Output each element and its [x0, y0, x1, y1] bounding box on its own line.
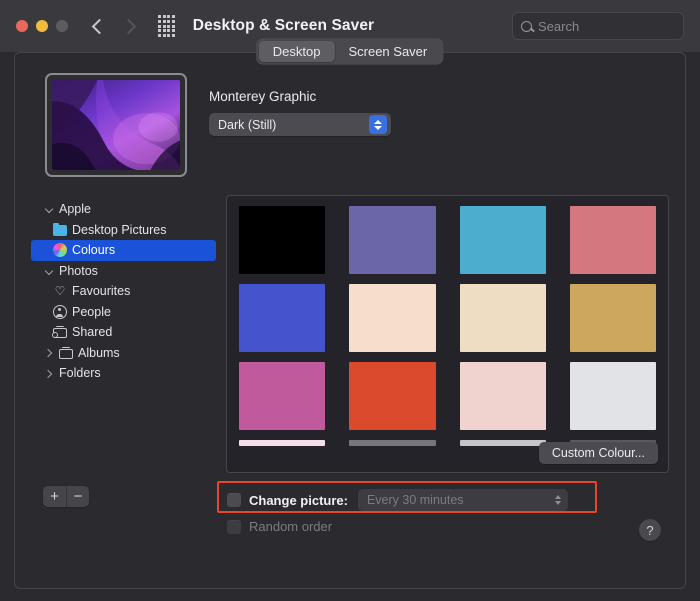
sidebar-item-label: Desktop Pictures	[72, 222, 167, 237]
traffic-light-group	[16, 20, 68, 32]
tab-bar: Desktop Screen Saver	[256, 39, 444, 64]
add-folder-button[interactable]: +	[43, 486, 66, 507]
source-and-swatches: Apple Desktop Pictures Colours Photos ♡ …	[31, 195, 669, 473]
colour-swatch[interactable]	[349, 362, 436, 430]
chevron-updown-icon	[369, 115, 387, 134]
custom-colour-row: Custom Colour...	[538, 442, 658, 464]
preferences-panel: Desktop Screen Saver Monterey Graphic Da…	[14, 39, 686, 589]
colour-swatch[interactable]	[239, 206, 326, 274]
wallpaper-preview-row: Monterey Graphic Dark (Still)	[15, 53, 685, 177]
sidebar-item-label: Colours	[72, 243, 116, 258]
custom-colour-button[interactable]: Custom Colour...	[538, 442, 658, 464]
close-window-button[interactable]	[16, 20, 28, 32]
chevron-left-icon	[91, 18, 108, 34]
sidebar-item-albums[interactable]: Albums	[31, 343, 216, 364]
sidebar-item-label: Apple	[59, 202, 91, 217]
colour-swatch[interactable]	[349, 206, 436, 274]
appearance-popup-button[interactable]: Dark (Still)	[209, 113, 391, 136]
colour-swatch[interactable]	[569, 362, 656, 430]
remove-folder-button[interactable]: −	[66, 486, 89, 507]
chevron-updown-icon	[554, 494, 561, 506]
forward-button[interactable]	[120, 18, 137, 34]
colour-wheel-icon	[53, 243, 67, 258]
colour-swatch[interactable]	[239, 362, 326, 430]
colour-swatch[interactable]	[569, 284, 656, 352]
back-button[interactable]	[91, 18, 108, 34]
sidebar-item-photos[interactable]: Photos	[31, 261, 216, 282]
navigation-buttons	[91, 18, 137, 34]
tab-screen-saver[interactable]: Screen Saver	[334, 41, 441, 62]
change-picture-label: Change picture:	[249, 492, 348, 508]
help-button[interactable]: ?	[639, 519, 661, 541]
footer-controls: + − Change picture: Every 30 minutes Ran…	[31, 481, 669, 547]
source-list: Apple Desktop Pictures Colours Photos ♡ …	[31, 195, 216, 473]
colour-swatch[interactable]	[349, 284, 436, 352]
random-order-label: Random order	[249, 519, 333, 534]
wallpaper-name: Monterey Graphic	[209, 89, 317, 104]
disclosure-triangle-icon[interactable]	[45, 266, 54, 275]
colour-swatch[interactable]	[349, 440, 436, 446]
sidebar-item-label: Albums	[78, 345, 120, 360]
person-icon	[53, 304, 67, 319]
disclosure-triangle-icon[interactable]	[45, 348, 54, 357]
sidebar-item-label: Favourites	[72, 284, 131, 299]
colour-swatch[interactable]	[459, 206, 546, 274]
appearance-popup-value: Dark (Still)	[218, 117, 277, 132]
sidebar-item-apple[interactable]: Apple	[31, 199, 216, 220]
change-interval-value: Every 30 minutes	[366, 493, 464, 507]
sidebar-item-label: Shared	[72, 325, 113, 340]
zoom-window-button[interactable]	[56, 20, 68, 32]
monterey-wallpaper-thumbnail	[52, 80, 180, 170]
disclosure-triangle-icon[interactable]	[45, 369, 54, 378]
sidebar-item-desktop-pictures[interactable]: Desktop Pictures	[31, 220, 216, 241]
colour-swatch[interactable]	[569, 206, 656, 274]
change-picture-checkbox[interactable]	[227, 493, 241, 507]
sidebar-item-label: People	[72, 304, 111, 319]
random-order-row: Random order	[227, 519, 332, 534]
tab-desktop[interactable]: Desktop	[258, 41, 335, 62]
sidebar-item-favourites[interactable]: ♡ Favourites	[31, 281, 216, 302]
desktop-screen-saver-window: Desktop & Screen Saver Search Desktop Sc…	[0, 0, 700, 601]
change-interval-popup-button[interactable]: Every 30 minutes	[357, 489, 568, 511]
sidebar-item-people[interactable]: People	[31, 302, 216, 323]
sidebar-item-shared[interactable]: Shared	[31, 322, 216, 343]
colour-swatch[interactable]	[239, 284, 326, 352]
shared-album-icon	[52, 326, 67, 339]
sidebar-item-folders[interactable]: Folders	[31, 363, 216, 384]
chevron-right-icon	[120, 18, 137, 34]
colour-swatch[interactable]	[459, 440, 546, 446]
album-icon	[59, 346, 73, 359]
sidebar-item-label: Folders	[59, 366, 101, 381]
sidebar-item-colours[interactable]: Colours	[31, 240, 216, 261]
colour-swatch[interactable]	[459, 362, 546, 430]
change-picture-row: Change picture: Every 30 minutes	[227, 489, 568, 511]
folder-icon	[53, 222, 67, 237]
colour-swatch[interactable]	[459, 284, 546, 352]
sidebar-item-label: Photos	[59, 263, 98, 278]
wallpaper-thumbnail-frame[interactable]	[45, 73, 187, 177]
random-order-checkbox[interactable]	[227, 519, 241, 534]
colour-swatch[interactable]	[239, 440, 326, 446]
wallpaper-art	[52, 80, 180, 170]
search-placeholder: Search	[538, 18, 580, 34]
minimize-window-button[interactable]	[36, 20, 48, 32]
disclosure-triangle-icon[interactable]	[45, 205, 54, 214]
add-remove-segmented-control: + −	[43, 486, 89, 507]
search-icon	[521, 20, 532, 32]
wallpaper-meta: Monterey Graphic Dark (Still)	[209, 73, 391, 177]
show-all-grid-icon[interactable]	[158, 15, 175, 37]
heart-icon: ♡	[54, 284, 66, 299]
swatch-grid-area: Custom Colour...	[226, 195, 669, 473]
colour-swatch-grid	[239, 206, 656, 446]
page-title: Desktop & Screen Saver	[192, 17, 375, 34]
search-field[interactable]: Search	[512, 12, 684, 40]
